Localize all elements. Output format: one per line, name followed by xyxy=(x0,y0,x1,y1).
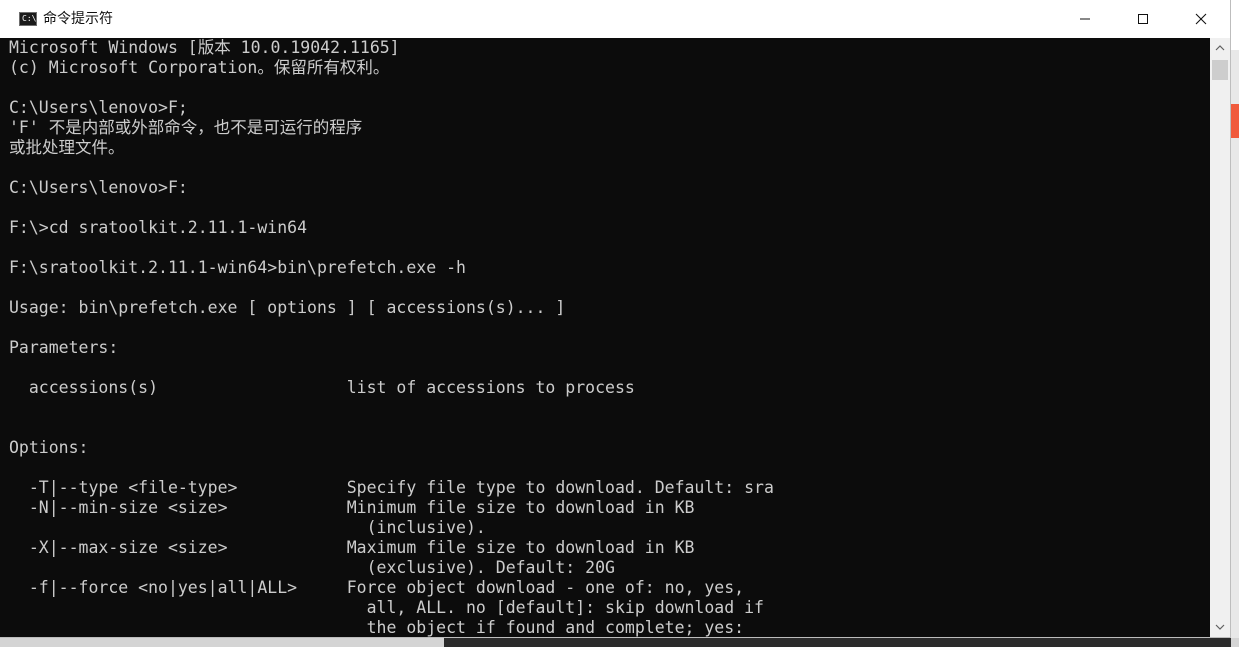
console-line: Options: xyxy=(9,438,89,457)
console-line: -T|--type <file-type> Specify file type … xyxy=(9,478,774,497)
command-prompt-window: C:\ 命令提示符 Microsoft Windows [版本 10.0.190… xyxy=(0,0,1231,638)
console-line: Parameters: xyxy=(9,338,119,357)
console-line: -N|--min-size <size> Minimum file size t… xyxy=(9,498,695,517)
scroll-thumb[interactable] xyxy=(1212,60,1228,80)
console-line: the object if found and complete; yes: xyxy=(9,618,745,637)
console-line: accessions(s) list of accessions to proc… xyxy=(9,378,635,397)
console-line: all, ALL. no [default]: skip download if xyxy=(9,598,764,617)
console-line: (exclusive). Default: 20G xyxy=(9,558,615,577)
scroll-up-arrow-icon xyxy=(1215,45,1225,51)
window-title: 命令提示符 xyxy=(43,11,113,27)
console-line: (c) Microsoft Corporation。保留所有权利。 xyxy=(9,58,390,77)
background-accent-tab xyxy=(1231,104,1239,138)
cmd-icon[interactable]: C:\ xyxy=(19,12,37,26)
scroll-down-button[interactable] xyxy=(1210,617,1230,637)
vertical-scrollbar[interactable] xyxy=(1210,38,1230,637)
background-window-edge-top xyxy=(1231,0,1239,50)
console-line: F:\>cd sratoolkit.2.11.1-win64 xyxy=(9,218,308,237)
console-text: Microsoft Windows [版本 10.0.19042.1165] (c… xyxy=(9,38,774,637)
scroll-up-button[interactable] xyxy=(1210,38,1230,58)
console-line: F:\sratoolkit.2.11.1-win64>bin\prefetch.… xyxy=(9,258,466,277)
scroll-down-arrow-icon xyxy=(1215,624,1225,630)
console-line: Usage: bin\prefetch.exe [ options ] [ ac… xyxy=(9,298,566,317)
console-line: -f|--force <no|yes|all|ALL> Force object… xyxy=(9,578,745,597)
maximize-icon xyxy=(1138,14,1148,24)
console-output-area[interactable]: Microsoft Windows [版本 10.0.19042.1165] (c… xyxy=(0,38,1210,637)
background-window-edge xyxy=(1231,0,1239,647)
console-line: (inclusive). xyxy=(9,518,486,537)
close-icon xyxy=(1195,13,1207,25)
console-line: 或批处理文件。 xyxy=(9,138,125,157)
maximize-button[interactable] xyxy=(1114,0,1172,38)
console-line: 'F' 不是内部或外部命令，也不是可运行的程序 xyxy=(9,118,363,137)
console-line: C:\Users\lenovo>F; xyxy=(9,98,188,117)
close-button[interactable] xyxy=(1172,0,1230,38)
minimize-icon xyxy=(1080,18,1090,20)
console-line: Microsoft Windows [版本 10.0.19042.1165] xyxy=(9,38,400,57)
background-dark-window xyxy=(444,638,1231,647)
minimize-button[interactable] xyxy=(1056,0,1114,38)
console-line: -X|--max-size <size> Maximum file size t… xyxy=(9,538,695,557)
title-bar[interactable]: C:\ 命令提示符 xyxy=(0,0,1230,38)
console-line: C:\Users\lenovo>F: xyxy=(9,178,188,197)
